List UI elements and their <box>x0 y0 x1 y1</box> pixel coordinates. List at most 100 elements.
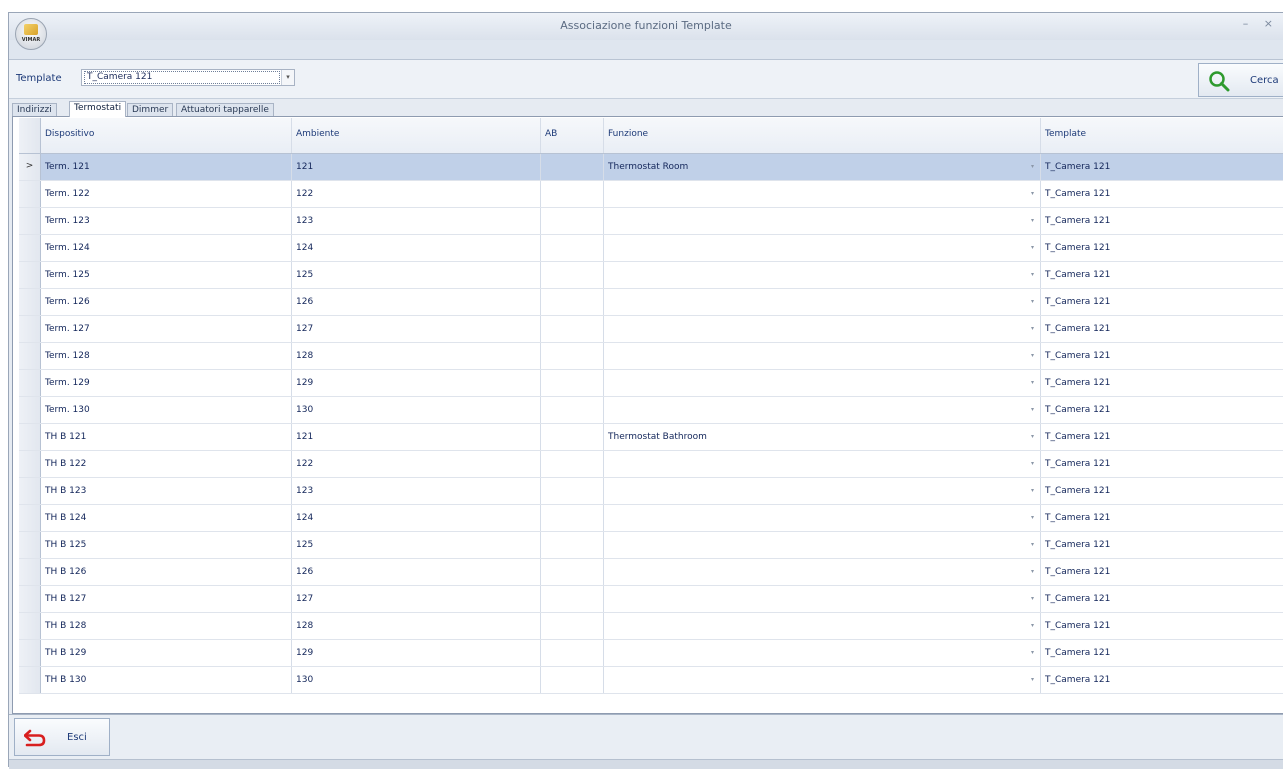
row-selector[interactable] <box>19 289 41 315</box>
cell-ambiente[interactable]: 129 <box>292 640 541 666</box>
row-selector[interactable] <box>19 208 41 234</box>
cell-dispositivo[interactable]: Term. 121 <box>41 154 292 180</box>
table-row[interactable]: TH B 123 123 ▾ T_Camera 121 <box>19 478 1283 505</box>
cell-ambiente[interactable]: 123 <box>292 208 541 234</box>
cell-funzione[interactable]: ▾ <box>604 532 1041 558</box>
cell-ab[interactable] <box>541 370 604 396</box>
chevron-down-icon[interactable]: ▾ <box>1031 595 1034 602</box>
table-row[interactable]: Term. 126 126 ▾ T_Camera 121 <box>19 289 1283 316</box>
cell-template[interactable]: T_Camera 121 <box>1041 667 1283 693</box>
row-selector[interactable] <box>19 370 41 396</box>
chevron-down-icon[interactable]: ▾ <box>1031 622 1034 629</box>
table-row[interactable]: TH B 124 124 ▾ T_Camera 121 <box>19 505 1283 532</box>
cell-template[interactable]: T_Camera 121 <box>1041 208 1283 234</box>
tab-dimmer[interactable]: Dimmer <box>127 103 174 117</box>
row-selector[interactable] <box>19 613 41 639</box>
tab-termostati[interactable]: Termostati <box>69 101 127 117</box>
table-row[interactable]: > Term. 121 121 Thermostat Room ▾ T_Camera 12… <box>19 154 1283 181</box>
cell-ab[interactable] <box>541 586 604 612</box>
column-header-ab[interactable]: AB <box>541 118 604 153</box>
table-row[interactable]: Term. 130 130 ▾ T_Camera 121 <box>19 397 1283 424</box>
row-selector[interactable] <box>19 451 41 477</box>
window-controls[interactable]: – × <box>1243 17 1279 30</box>
cell-dispositivo[interactable]: TH B 121 <box>41 424 292 450</box>
chevron-down-icon[interactable]: ▾ <box>1031 487 1034 494</box>
cell-ab[interactable] <box>541 343 604 369</box>
cell-funzione[interactable]: ▾ <box>604 235 1041 261</box>
row-selector[interactable] <box>19 424 41 450</box>
cell-template[interactable]: T_Camera 121 <box>1041 262 1283 288</box>
row-selector[interactable] <box>19 262 41 288</box>
row-selector[interactable] <box>19 505 41 531</box>
cell-template[interactable]: T_Camera 121 <box>1041 424 1283 450</box>
cell-dispositivo[interactable]: TH B 127 <box>41 586 292 612</box>
cell-ambiente[interactable]: 121 <box>292 424 541 450</box>
column-header-ambiente[interactable]: Ambiente <box>292 118 541 153</box>
row-selector[interactable] <box>19 559 41 585</box>
cell-ambiente[interactable]: 125 <box>292 262 541 288</box>
cell-ab[interactable] <box>541 235 604 261</box>
cell-ab[interactable] <box>541 181 604 207</box>
cell-template[interactable]: T_Camera 121 <box>1041 289 1283 315</box>
cell-template[interactable]: T_Camera 121 <box>1041 640 1283 666</box>
cell-funzione[interactable]: Thermostat Bathroom ▾ <box>604 424 1041 450</box>
cell-ab[interactable] <box>541 154 604 180</box>
template-combo-value[interactable]: T_Camera 121 <box>84 71 280 84</box>
table-row[interactable]: Term. 123 123 ▾ T_Camera 121 <box>19 208 1283 235</box>
chevron-down-icon[interactable]: ▾ <box>1031 325 1034 332</box>
row-selector[interactable] <box>19 532 41 558</box>
app-menu-button[interactable]: VIMAR <box>15 18 47 50</box>
cell-ambiente[interactable]: 125 <box>292 532 541 558</box>
table-row[interactable]: TH B 127 127 ▾ T_Camera 121 <box>19 586 1283 613</box>
table-row[interactable]: TH B 129 129 ▾ T_Camera 121 <box>19 640 1283 667</box>
cell-funzione[interactable]: ▾ <box>604 478 1041 504</box>
cell-ab[interactable] <box>541 424 604 450</box>
cell-funzione[interactable]: ▾ <box>604 397 1041 423</box>
cell-dispositivo[interactable]: TH B 122 <box>41 451 292 477</box>
chevron-down-icon[interactable]: ▾ <box>1031 460 1034 467</box>
cell-ambiente[interactable]: 122 <box>292 451 541 477</box>
cell-funzione[interactable]: ▾ <box>604 586 1041 612</box>
row-selector[interactable] <box>19 478 41 504</box>
cell-template[interactable]: T_Camera 121 <box>1041 181 1283 207</box>
cell-ab[interactable] <box>541 532 604 558</box>
row-selector[interactable] <box>19 316 41 342</box>
cell-funzione[interactable]: ▾ <box>604 613 1041 639</box>
chevron-down-icon[interactable]: ▾ <box>1031 541 1034 548</box>
cell-dispositivo[interactable]: TH B 128 <box>41 613 292 639</box>
cell-template[interactable]: T_Camera 121 <box>1041 154 1283 180</box>
cell-ambiente[interactable]: 127 <box>292 586 541 612</box>
cell-ab[interactable] <box>541 613 604 639</box>
column-header-template[interactable]: Template <box>1041 118 1283 153</box>
cell-funzione[interactable]: ▾ <box>604 451 1041 477</box>
cell-funzione[interactable]: ▾ <box>604 667 1041 693</box>
cell-funzione[interactable]: ▾ <box>604 343 1041 369</box>
cell-ab[interactable] <box>541 316 604 342</box>
table-row[interactable]: Term. 127 127 ▾ T_Camera 121 <box>19 316 1283 343</box>
cell-ab[interactable] <box>541 208 604 234</box>
row-selector[interactable] <box>19 343 41 369</box>
cell-dispositivo[interactable]: TH B 124 <box>41 505 292 531</box>
chevron-down-icon[interactable]: ▾ <box>1031 676 1034 683</box>
cell-ab[interactable] <box>541 478 604 504</box>
table-row[interactable]: TH B 121 121 Thermostat Bathroom ▾ T_Camera … <box>19 424 1283 451</box>
template-combobox[interactable]: T_Camera 121 ▾ <box>81 69 295 86</box>
table-row[interactable]: Term. 124 124 ▾ T_Camera 121 <box>19 235 1283 262</box>
cell-dispositivo[interactable]: TH B 125 <box>41 532 292 558</box>
cell-dispositivo[interactable]: Term. 124 <box>41 235 292 261</box>
chevron-down-icon[interactable]: ▾ <box>1031 379 1034 386</box>
table-row[interactable]: TH B 130 130 ▾ T_Camera 121 <box>19 667 1283 694</box>
table-row[interactable]: TH B 122 122 ▾ T_Camera 121 <box>19 451 1283 478</box>
cell-template[interactable]: T_Camera 121 <box>1041 451 1283 477</box>
cell-template[interactable]: T_Camera 121 <box>1041 235 1283 261</box>
column-header-dispositivo[interactable]: Dispositivo <box>41 118 292 153</box>
cell-funzione[interactable]: Thermostat Room ▾ <box>604 154 1041 180</box>
cell-ambiente[interactable]: 123 <box>292 478 541 504</box>
cell-template[interactable]: T_Camera 121 <box>1041 370 1283 396</box>
cell-ambiente[interactable]: 124 <box>292 505 541 531</box>
chevron-down-icon[interactable]: ▾ <box>1031 514 1034 521</box>
cell-ambiente[interactable]: 129 <box>292 370 541 396</box>
cell-dispositivo[interactable]: Term. 130 <box>41 397 292 423</box>
cell-dispositivo[interactable]: Term. 128 <box>41 343 292 369</box>
cell-funzione[interactable]: ▾ <box>604 505 1041 531</box>
